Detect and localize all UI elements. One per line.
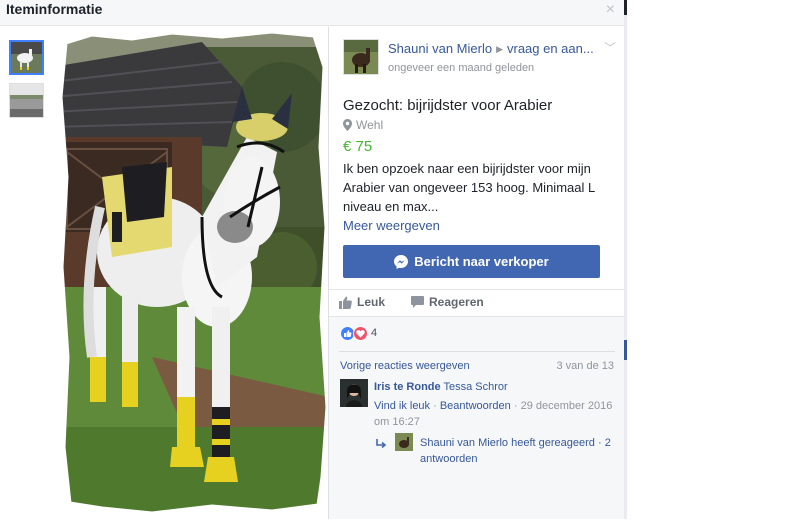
like-label: Leuk <box>357 295 386 309</box>
listing-description: Ik ben opzoek naar een bijrijdster voor … <box>343 161 595 214</box>
comments-section: 4 Vorige reacties weergeven 3 van de 13 … <box>329 316 624 519</box>
divider <box>329 289 624 290</box>
replies-summary-text: Shauni van Mierlo heeft gereageerd <box>420 437 595 449</box>
love-reaction-icon <box>353 326 368 341</box>
seller-avatar[interactable] <box>343 39 379 75</box>
reaction-count: 4 <box>371 327 378 339</box>
tagged-user-link[interactable]: Tessa Schror <box>443 381 507 393</box>
comment-meta: Vind ik leuk · Beantwoorden · 29 decembe… <box>374 398 614 430</box>
seller-name-link[interactable]: Shauni van Mierlo <box>388 41 492 56</box>
thumbs-up-icon <box>339 296 352 309</box>
message-seller-button[interactable]: Bericht naar verkoper <box>343 245 600 278</box>
thumbnail-strip <box>0 27 52 519</box>
item-info-dialog: Iteminformatie × Shauni van Mierlo ▶ vra… <box>0 0 627 519</box>
comment-author-link[interactable]: Iris te Ronde <box>374 381 441 393</box>
listing-location: Wehl <box>343 118 383 132</box>
scrollbar-top-edge <box>624 0 627 15</box>
dialog-header: Iteminformatie × <box>0 0 627 26</box>
chevron-down-icon[interactable]: ﹀ <box>604 39 616 56</box>
like-button[interactable]: Leuk <box>339 295 385 309</box>
listing-photo <box>52 27 329 519</box>
close-icon[interactable]: × <box>606 1 615 19</box>
scrollbar-track[interactable] <box>624 0 627 519</box>
message-seller-label: Bericht naar verkoper <box>414 254 549 269</box>
divider <box>339 351 615 352</box>
item-details-panel: Shauni van Mierlo ▶ vraag en aan... ongeve… <box>329 27 624 519</box>
meta-separator: · <box>430 400 440 412</box>
post-timestamp[interactable]: ongeveer een maand geleden <box>388 62 534 74</box>
horse-photo <box>59 30 329 515</box>
comment-like-link[interactable]: Vind ik leuk <box>374 400 430 412</box>
reply-arrow-icon <box>376 439 387 449</box>
location-text: Wehl <box>356 118 384 132</box>
thumbnail-arena[interactable] <box>9 83 44 118</box>
comment-button[interactable]: Reageren <box>411 295 484 309</box>
comment-reply-link[interactable]: Beantwoorden <box>440 400 511 412</box>
avatar[interactable] <box>340 379 368 407</box>
view-previous-comments-link[interactable]: Vorige reacties weergeven <box>340 360 470 372</box>
breadcrumb-arrow-icon: ▶ <box>496 44 503 54</box>
group-name-link[interactable]: vraag en aan... <box>507 41 594 56</box>
location-pin-icon <box>343 119 352 131</box>
replies-summary-link[interactable]: Shauni van Mierlo heeft gereageerd · 2 a… <box>420 435 615 467</box>
listing-price: € 75 <box>343 138 373 155</box>
show-more-link[interactable]: Meer weergeven <box>343 218 440 233</box>
scrollbar-marker <box>624 340 627 360</box>
dialog-title: Iteminformatie <box>6 1 103 17</box>
comment-count: 3 van de 13 <box>556 360 615 372</box>
comment-label: Reageren <box>429 295 484 309</box>
reply-avatar[interactable] <box>395 433 413 451</box>
listing-title: Gezocht: bijrijdster voor Arabier <box>343 97 553 114</box>
comment-body: Iris te Ronde Tessa Schror <box>374 381 614 393</box>
thumbnail-horse[interactable] <box>9 40 44 75</box>
messenger-icon <box>394 254 409 269</box>
comment-icon <box>411 296 424 308</box>
seller-breadcrumb: Shauni van Mierlo ▶ vraag en aan... <box>388 41 608 56</box>
